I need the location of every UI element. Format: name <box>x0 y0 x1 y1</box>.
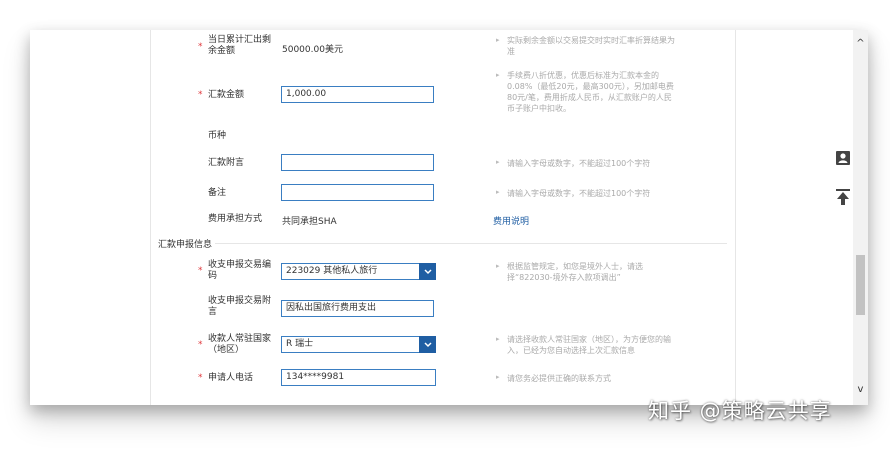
divider-right <box>735 30 736 405</box>
section-title: 汇款申报信息 <box>158 240 213 250</box>
note-input[interactable] <box>281 184 434 201</box>
fee-mode-value: 共同承担SHA <box>282 217 337 227</box>
note-label: 备注 <box>208 188 227 198</box>
phone-hint: 请您务必提供正确的联系方式 <box>507 374 611 383</box>
hint-arrow-icon: ▸ <box>496 335 500 343</box>
note-hint: 请输入字母或数字，不能超过100个字符 <box>507 189 651 198</box>
amount-hint: 手续费八折优惠，优惠后标准为汇款本金的 0.08%（最低20元，最高300元），… <box>507 71 674 113</box>
required-mark: * <box>198 340 203 350</box>
scroll-down-arrow-icon[interactable]: v <box>853 384 868 396</box>
currency-label: 币种 <box>208 131 227 141</box>
country-select[interactable]: R 瑞士 <box>281 336 436 353</box>
required-mark: * <box>198 90 203 100</box>
back-to-top-icon[interactable] <box>833 187 853 207</box>
trade-code-value: 223029 其他私人旅行 <box>286 266 378 276</box>
watermark: 知乎 @策略云共享 <box>648 399 832 423</box>
amount-input[interactable]: 1,000.00 <box>281 86 434 103</box>
scrollbar-track[interactable] <box>853 30 868 405</box>
hint-arrow-icon: ▸ <box>496 188 500 196</box>
chevron-down-icon[interactable] <box>419 263 436 280</box>
balance-hint: 实际剩余金额以交易提交时实时汇率折算结果为准 <box>507 36 675 56</box>
scroll-up-arrow-icon[interactable]: ^ <box>853 38 868 50</box>
remark-attach-input[interactable] <box>281 154 434 171</box>
remark-attach-label: 汇款附言 <box>208 158 245 168</box>
country-label: 收款人常驻国家 （地区） <box>208 334 272 355</box>
divider-left <box>150 30 151 405</box>
trade-attach-input[interactable]: 因私出国旅行费用支出 <box>281 300 434 317</box>
chevron-down-icon[interactable] <box>419 336 436 353</box>
required-mark: * <box>198 42 203 52</box>
balance-value: 50000.00美元 <box>282 45 343 55</box>
remark-attach-hint: 请输入字母或数字，不能超过100个字符 <box>507 159 651 168</box>
hint-arrow-icon: ▸ <box>496 36 500 44</box>
country-hint: 请选择收款人常驻国家（地区），为方便您的输 入，已经为您自动选择上次汇款信息 <box>507 335 671 355</box>
required-mark: * <box>198 266 203 276</box>
balance-label: 当日累计汇出剩 余金额 <box>208 35 272 56</box>
contact-card-icon[interactable] <box>833 148 853 168</box>
trade-code-label: 收支申报交易编码 <box>208 260 272 281</box>
scrollbar-thumb[interactable] <box>856 255 865 315</box>
fee-mode-label: 费用承担方式 <box>208 214 263 224</box>
required-mark: * <box>198 373 203 383</box>
hint-arrow-icon: ▸ <box>496 71 500 79</box>
section-divider <box>215 243 727 244</box>
trade-attach-label: 收支申报交易附言 <box>208 296 272 317</box>
trade-code-hint: 根据监管规定，如您是境外人士，请选 择“822030-境外存入款项调出” <box>507 262 643 282</box>
hint-arrow-icon: ▸ <box>496 158 500 166</box>
trade-code-select[interactable]: 223029 其他私人旅行 <box>281 263 436 280</box>
phone-input[interactable]: 134****9981 <box>281 369 436 386</box>
hint-arrow-icon: ▸ <box>496 262 500 270</box>
amount-label: 汇款金额 <box>208 90 245 100</box>
hint-arrow-icon: ▸ <box>496 373 500 381</box>
phone-label: 申请人电话 <box>208 373 254 383</box>
fee-explanation-link[interactable]: 费用说明 <box>493 214 529 227</box>
country-value: R 瑞士 <box>286 339 314 349</box>
